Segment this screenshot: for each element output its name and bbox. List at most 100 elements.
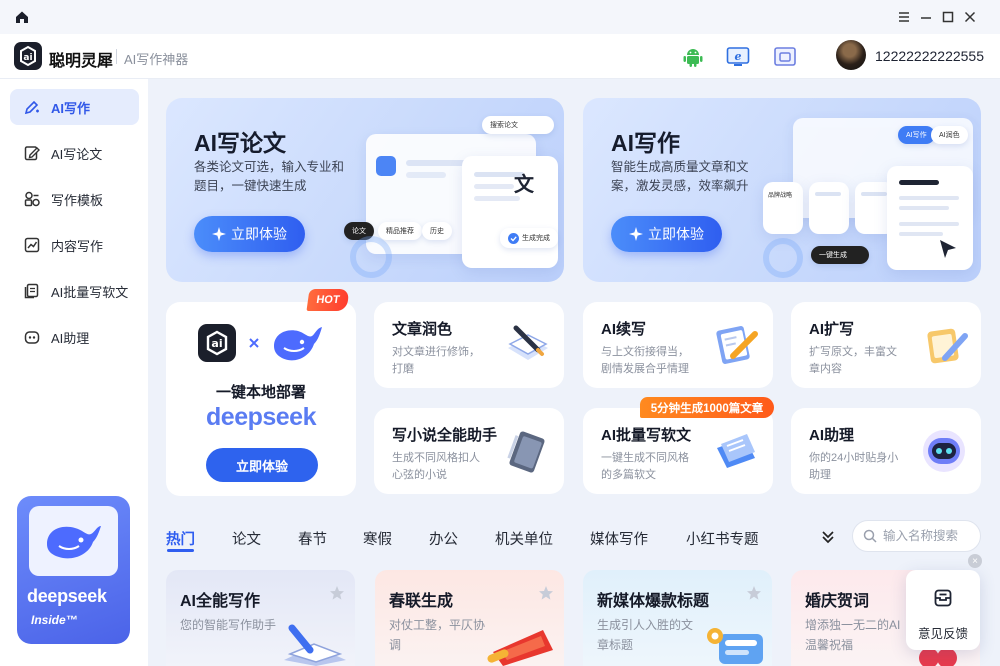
- tool-card-title: AI助理: [809, 427, 855, 444]
- notepad-pen-icon: [927, 328, 968, 364]
- times-icon: [249, 338, 259, 348]
- mock-done-chip: 生成完成: [500, 228, 558, 248]
- feedback-button[interactable]: 意见反馈: [906, 570, 980, 650]
- mock-chip: AI写作: [898, 126, 935, 144]
- thesis-mockup-document: 文: [462, 156, 558, 268]
- user-id[interactable]: 12222222222555: [875, 48, 984, 64]
- app-logo: ai: [14, 42, 42, 70]
- tab-winter-vacation[interactable]: 寒假: [363, 528, 392, 549]
- hero-try-button[interactable]: 立即体验: [194, 216, 305, 252]
- promo-logo-frame: [29, 506, 118, 576]
- deepseek-deploy-card[interactable]: HOT ai 一键本地部署 deepseek 立即体验: [166, 289, 356, 496]
- promo-tagline: Inside™: [31, 613, 78, 627]
- sidebar-item-batch-articles[interactable]: AI批量写软文: [10, 273, 139, 309]
- hero-description: 各类论文可选，输入专业和题目，一键快速生成: [194, 160, 345, 193]
- tool-card-title: AI扩写: [809, 321, 855, 338]
- sidebar-item-templates[interactable]: 写作模板: [10, 181, 139, 217]
- tab-media-writing[interactable]: 媒体写作: [590, 528, 648, 549]
- tool-card-desc: 你的24小时贴身小助理: [809, 452, 899, 481]
- pen-spark-icon: [24, 100, 39, 115]
- hero-try-button[interactable]: 立即体验: [611, 216, 722, 252]
- tool-card-desc: 生成不同风格扣人心弦的小说: [392, 452, 480, 481]
- header-divider: [116, 49, 117, 64]
- template-title: 婚庆贺词: [805, 593, 870, 610]
- tab-hot[interactable]: 热门: [166, 528, 195, 549]
- tool-card-title: 写小说全能助手: [392, 427, 498, 444]
- tab-government[interactable]: 机关单位: [495, 528, 553, 549]
- sidebar-item-ai-writing[interactable]: AI写作: [10, 89, 139, 125]
- user-avatar[interactable]: [836, 40, 866, 70]
- batch-document-icon: [24, 283, 39, 299]
- hero-title: AI写论文: [194, 130, 286, 156]
- deepseek-promo-card[interactable]: deepseek Inside™: [17, 496, 130, 644]
- tool-card-continue[interactable]: AI续写 与上文衔接得当，剧情发展合乎情理: [583, 302, 773, 388]
- template-card-couplets[interactable]: 春联生成 对仗工整，平仄协调: [375, 570, 564, 666]
- hot-badge: HOT: [306, 289, 350, 311]
- template-card-all-round[interactable]: AI全能写作 您的智能写作助手: [166, 570, 355, 666]
- tool-card-desc: 扩写原文，丰富文章内容: [809, 346, 897, 375]
- tool-card-desc: 与上文衔接得当，剧情发展合乎情理: [601, 346, 689, 375]
- feedback-close-icon[interactable]: ×: [968, 554, 982, 568]
- svg-text:ai: ai: [211, 337, 222, 350]
- star-icon[interactable]: [538, 585, 554, 601]
- sidebar-item-label: 写作模板: [51, 192, 104, 208]
- cursor-icon: [940, 240, 956, 258]
- android-icon[interactable]: [682, 46, 704, 68]
- tool-card-desc: 一键生成不同风格的多篇软文: [601, 452, 689, 481]
- deepseek-tagline: 一键本地部署: [215, 384, 306, 401]
- tab-spring-festival[interactable]: 春节: [298, 528, 327, 549]
- media-headline-illustration: [707, 628, 763, 664]
- batch-promo-badge: 5分钟生成1000篇文章: [640, 397, 774, 418]
- notebook-icon: [507, 431, 545, 473]
- whale-icon: [274, 327, 322, 361]
- menu-icon[interactable]: [896, 9, 912, 25]
- clipboard-pen-icon: [716, 326, 758, 364]
- browser-ie-icon[interactable]: e: [726, 46, 750, 68]
- app-subtitle: AI写作神器: [124, 52, 189, 67]
- mock-chip: 历史: [422, 222, 452, 240]
- template-desc: 生成引人入胜的文章标题: [597, 618, 694, 652]
- hero-button-label: 立即体验: [648, 226, 704, 242]
- close-icon[interactable]: [962, 9, 978, 25]
- mock-generate-chip: 一键生成: [811, 246, 869, 264]
- app-name: 聪明灵犀: [49, 53, 114, 70]
- book-pen-illustration: [284, 624, 346, 666]
- mock-chip: AI润色: [931, 126, 968, 144]
- template-title: 新媒体爆款标题: [597, 593, 710, 610]
- sparkle-icon: [629, 227, 643, 241]
- svg-text:e: e: [735, 50, 742, 63]
- tab-office[interactable]: 办公: [429, 528, 458, 549]
- double-chevron-down-icon[interactable]: [820, 529, 836, 545]
- hero-card-ai-thesis[interactable]: AI写论文 各类论文可选，输入专业和题目，一键快速生成 立即体验 搜索论文 文 …: [166, 98, 564, 282]
- star-icon[interactable]: [329, 585, 345, 601]
- sidebar-item-label: AI助理: [51, 330, 90, 346]
- tab-thesis[interactable]: 论文: [232, 528, 261, 549]
- template-desc: 对仗工整，平仄协调: [389, 618, 486, 652]
- mock-search-chip: 搜索论文: [482, 116, 554, 134]
- sidebar-item-ai-assistant[interactable]: AI助理: [10, 319, 139, 355]
- deepseek-try-button[interactable]: 立即体验: [206, 448, 318, 482]
- tab-xiaohongshu[interactable]: 小红书专题: [686, 528, 759, 549]
- star-icon[interactable]: [746, 585, 762, 601]
- tool-card-polish[interactable]: 文章润色 对文章进行修饰，打磨: [374, 302, 564, 388]
- hero-card-ai-writing[interactable]: AI写作 智能生成高质量文章和文案，激发灵感，效率飙升 立即体验 AI写作 AI…: [583, 98, 981, 282]
- template-desc: 增添独一无二的AI温馨祝福: [805, 618, 901, 652]
- search-input[interactable]: [883, 529, 975, 543]
- minimize-icon[interactable]: [918, 9, 934, 25]
- active-tab-indicator: [167, 549, 194, 552]
- feedback-label: 意见反馈: [917, 627, 968, 641]
- maximize-icon[interactable]: [940, 9, 956, 25]
- book-pen-icon: [508, 325, 548, 360]
- window-app-icon[interactable]: [773, 46, 797, 68]
- sidebar-item-ai-thesis[interactable]: AI写论文: [10, 135, 139, 171]
- home-icon[interactable]: [14, 9, 30, 25]
- sidebar-item-content-writing[interactable]: 内容写作: [10, 227, 139, 263]
- feedback-icon: [934, 589, 952, 607]
- tool-card-novel[interactable]: 写小说全能助手 生成不同风格扣人心弦的小说: [374, 408, 564, 494]
- search-icon: [863, 529, 877, 543]
- tool-card-expand[interactable]: AI扩写 扩写原文，丰富文章内容: [791, 302, 981, 388]
- tool-card-batch[interactable]: AI批量写软文 一键生成不同风格的多篇软文: [583, 408, 773, 494]
- tool-card-assistant[interactable]: AI助理 你的24小时贴身小助理: [791, 408, 981, 494]
- sidebar-item-label: AI写作: [51, 100, 91, 116]
- template-card-media-headline[interactable]: 新媒体爆款标题 生成引人入胜的文章标题: [583, 570, 772, 666]
